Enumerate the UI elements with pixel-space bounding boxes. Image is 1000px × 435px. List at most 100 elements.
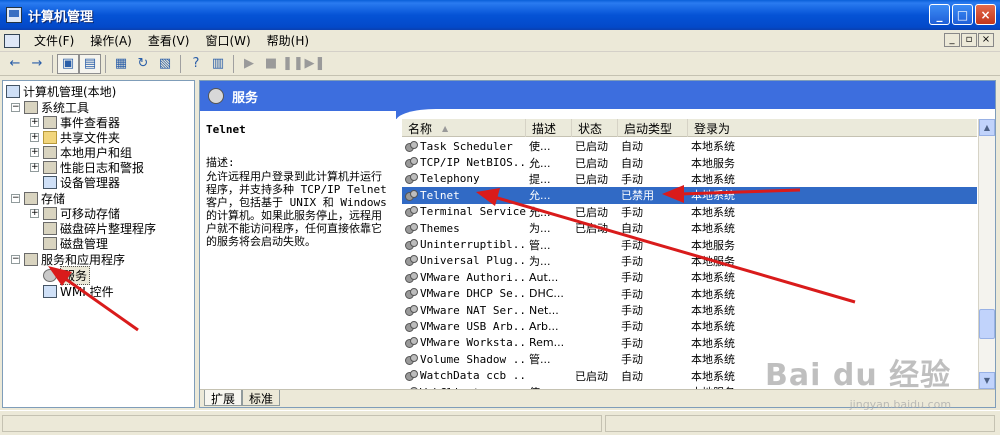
tab-standard[interactable]: 标准 xyxy=(242,390,281,406)
cell-text: Arb... xyxy=(529,319,559,333)
refresh-icon[interactable]: ↻ xyxy=(132,54,154,74)
cell-text: 本地系统 xyxy=(691,140,735,154)
service-gear-icon xyxy=(405,157,418,169)
cell-text: 本地系统 xyxy=(691,353,735,367)
column-header-startup-type[interactable]: 启动类型 xyxy=(618,119,688,137)
window-title: 计算机管理 xyxy=(28,9,94,25)
expand-icon[interactable]: + xyxy=(30,162,39,172)
cell-text: Volume Shadow ... xyxy=(420,352,526,366)
cell-description: 管... xyxy=(526,237,572,253)
export-list-icon[interactable]: ▧ xyxy=(154,54,176,74)
service-gear-icon xyxy=(405,353,418,365)
cell-text: 本地系统 xyxy=(691,320,735,334)
service-row[interactable]: VMware DHCP Se... DHC... 手动 本地系统 xyxy=(402,286,977,302)
maximize-button[interactable]: □ xyxy=(952,4,973,25)
service-gear-icon xyxy=(405,304,418,316)
service-row[interactable]: Universal Plug... 为... 手动 本地服务 xyxy=(402,253,977,269)
service-row[interactable]: VMware Worksta... Rem... 手动 本地系统 xyxy=(402,335,977,351)
service-row[interactable]: Telephony 提... 已启动 手动 本地系统 xyxy=(402,171,977,187)
cell-logon-as: 本地系统 xyxy=(688,302,977,318)
close-button[interactable]: × xyxy=(975,4,996,25)
console-icon[interactable]: ▥ xyxy=(207,54,229,74)
cell-description: 为... xyxy=(526,253,572,269)
tree-item-services[interactable]: 服务 xyxy=(43,265,91,285)
cell-text: Net... xyxy=(529,303,559,317)
tree-item-device-manager[interactable]: 设备管理器 xyxy=(43,174,120,190)
services-header-title: 服务 xyxy=(232,90,259,106)
service-row[interactable]: Themes 为... 已启动 自动 本地系统 xyxy=(402,220,977,236)
show-tree-icon[interactable]: ▤ xyxy=(79,53,101,74)
properties-icon[interactable]: ▦ xyxy=(110,54,132,74)
expand-icon[interactable]: + xyxy=(30,117,39,127)
cell-startup-type: 手动 xyxy=(618,302,688,318)
service-row[interactable]: VMware USB Arb... Arb... 手动 本地系统 xyxy=(402,318,977,334)
cell-text: TCP/IP NetBIOS... xyxy=(420,156,526,170)
column-header-status[interactable]: 状态 xyxy=(572,119,618,137)
menu-view[interactable]: 查看(V) xyxy=(140,32,198,49)
restart-service-icon[interactable]: ▶❚ xyxy=(304,54,326,74)
cell-text: 手动 xyxy=(621,172,643,186)
scroll-thumb[interactable] xyxy=(979,309,995,339)
child-minimize-button[interactable]: _ xyxy=(944,33,960,47)
vertical-scrollbar[interactable]: ▲ ▼ xyxy=(978,119,995,389)
help-icon[interactable]: ? xyxy=(185,54,207,74)
cell-text: 已启动 xyxy=(575,156,608,170)
column-header-name[interactable]: 名称 ▲ xyxy=(402,119,526,137)
tree-item-disk-management[interactable]: 磁盘管理 xyxy=(43,235,108,251)
disk-management-icon xyxy=(43,236,57,250)
cell-text: 手动 xyxy=(621,254,643,268)
menu-window[interactable]: 窗口(W) xyxy=(197,32,258,49)
scroll-down-icon[interactable]: ▼ xyxy=(979,372,995,389)
sort-ascending-icon: ▲ xyxy=(442,123,449,133)
app-menu-icon[interactable] xyxy=(4,33,20,48)
service-row[interactable]: VMware NAT Ser... Net... 手动 本地系统 xyxy=(402,302,977,318)
console-tree[interactable]: 计算机管理(本地) − 系统工具 + 事件查看器 + 共享文件夹 + 本地用户和… xyxy=(2,80,195,408)
service-row[interactable]: Telnet 允... 已禁用 本地系统 xyxy=(402,187,977,204)
cell-text: 本地系统 xyxy=(691,271,735,285)
title-bar: 计算机管理 _ □ × xyxy=(0,0,1000,30)
minimize-button[interactable]: _ xyxy=(929,4,950,25)
cell-text: 手动 xyxy=(621,336,643,350)
services-list[interactable]: 名称 ▲ 描述 状态 启动类型 登录为 Task Scheduler 使... 已启… xyxy=(402,119,977,389)
forward-arrow-icon[interactable]: → xyxy=(26,54,48,74)
cell-description: 允... xyxy=(526,155,572,171)
service-row[interactable]: Terminal Services 允... 已启动 手动 本地系统 xyxy=(402,204,977,220)
cell-startup-type: 已禁用 xyxy=(618,187,688,203)
column-header-description[interactable]: 描述 xyxy=(526,119,572,137)
cell-text: VMware USB Arb... xyxy=(420,319,526,333)
collapse-icon[interactable]: − xyxy=(11,193,20,203)
expand-icon[interactable]: + xyxy=(30,208,39,218)
cell-startup-type: 手动 xyxy=(618,318,688,334)
service-row[interactable]: VMware Authori... Aut... 手动 本地系统 xyxy=(402,269,977,285)
tree-item-storage[interactable]: − 存储 xyxy=(11,190,65,206)
menu-action[interactable]: 操作(A) xyxy=(82,32,140,49)
tab-extended[interactable]: 扩展 xyxy=(204,390,243,406)
collapse-icon[interactable]: − xyxy=(11,102,20,112)
expand-icon[interactable]: + xyxy=(30,132,39,142)
child-close-button[interactable]: × xyxy=(978,33,994,47)
stop-service-icon[interactable]: ■ xyxy=(260,54,282,74)
service-row[interactable]: Task Scheduler 使... 已启动 自动 本地系统 xyxy=(402,138,977,154)
services-apps-icon xyxy=(24,252,38,266)
service-gear-icon xyxy=(405,271,418,283)
cell-service-name: VMware NAT Ser... xyxy=(402,304,526,317)
collapse-icon[interactable]: − xyxy=(11,254,20,264)
tree-item-label: 设备管理器 xyxy=(60,175,121,190)
pause-service-icon[interactable]: ❚❚ xyxy=(282,54,304,74)
menu-file[interactable]: 文件(F) xyxy=(26,32,82,49)
cell-text: Themes xyxy=(420,221,460,235)
cell-service-name: Volume Shadow ... xyxy=(402,353,526,366)
scroll-up-icon[interactable]: ▲ xyxy=(979,119,995,136)
tree-item-wmi-control[interactable]: WMI 控件 xyxy=(43,283,114,299)
start-service-icon[interactable]: ▶ xyxy=(238,54,260,74)
service-row[interactable]: Uninterruptibl... 管... 手动 本地服务 xyxy=(402,236,977,252)
back-arrow-icon[interactable]: ← xyxy=(4,54,26,74)
menu-help[interactable]: 帮助(H) xyxy=(259,32,317,49)
description-label: 描述: xyxy=(206,156,235,169)
up-folder-icon[interactable]: ▣ xyxy=(57,53,79,74)
service-row[interactable]: TCP/IP NetBIOS... 允... 已启动 自动 本地服务 xyxy=(402,154,977,170)
child-restore-button[interactable]: ▫ xyxy=(961,33,977,47)
tree-root[interactable]: 计算机管理(本地) xyxy=(6,83,116,99)
expand-icon[interactable]: + xyxy=(30,147,39,157)
column-header-logon-as[interactable]: 登录为 xyxy=(688,119,977,137)
